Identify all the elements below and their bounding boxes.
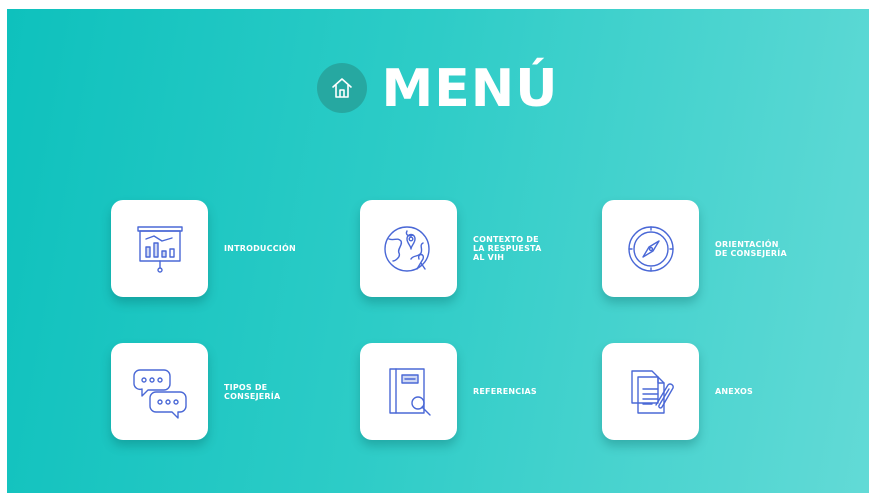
- home-icon: [332, 78, 353, 98]
- menu-screen: MENÚ INTRODUCCIÓN CONTEXTO DE LA RESPUES…: [7, 9, 869, 493]
- compass-icon: [627, 225, 674, 272]
- menu-item-label: ORIENTACIÓN DE CONSEJERÍA: [715, 239, 787, 258]
- menu-item-referencias[interactable]: REFERENCIAS: [360, 343, 537, 440]
- menu-item-introduccion[interactable]: INTRODUCCIÓN: [111, 200, 296, 297]
- menu-tile[interactable]: [602, 343, 699, 440]
- menu-tile[interactable]: [111, 343, 208, 440]
- menu-item-tipos[interactable]: TIPOS DE CONSEJERÍA: [111, 343, 280, 440]
- book-search-icon: [388, 367, 431, 416]
- presentation-chart-icon: [136, 225, 183, 273]
- chat-bubbles-icon: [132, 368, 187, 419]
- menu-item-label: TIPOS DE CONSEJERÍA: [224, 382, 281, 401]
- header: MENÚ: [7, 61, 869, 115]
- menu-item-anexos[interactable]: ANEXOS: [602, 343, 753, 440]
- menu-tile[interactable]: [360, 200, 457, 297]
- menu-item-orientacion[interactable]: ORIENTACIÓN DE CONSEJERÍA: [602, 200, 787, 297]
- globe-ribbon-icon: [383, 225, 430, 272]
- menu-tile[interactable]: [111, 200, 208, 297]
- menu-tile[interactable]: [602, 200, 699, 297]
- home-button[interactable]: [317, 63, 368, 113]
- menu-tile[interactable]: [360, 343, 457, 440]
- menu-item-label: REFERENCIAS: [473, 387, 537, 396]
- page-title: MENÚ: [381, 59, 559, 119]
- menu-item-label: CONTEXTO DE LA RESPUESTA AL VIH: [473, 235, 542, 262]
- menu-item-label: ANEXOS: [715, 387, 753, 396]
- documents-clip-icon: [630, 369, 674, 414]
- menu-item-contexto[interactable]: CONTEXTO DE LA RESPUESTA AL VIH: [360, 200, 541, 297]
- menu-item-label: INTRODUCCIÓN: [224, 244, 296, 253]
